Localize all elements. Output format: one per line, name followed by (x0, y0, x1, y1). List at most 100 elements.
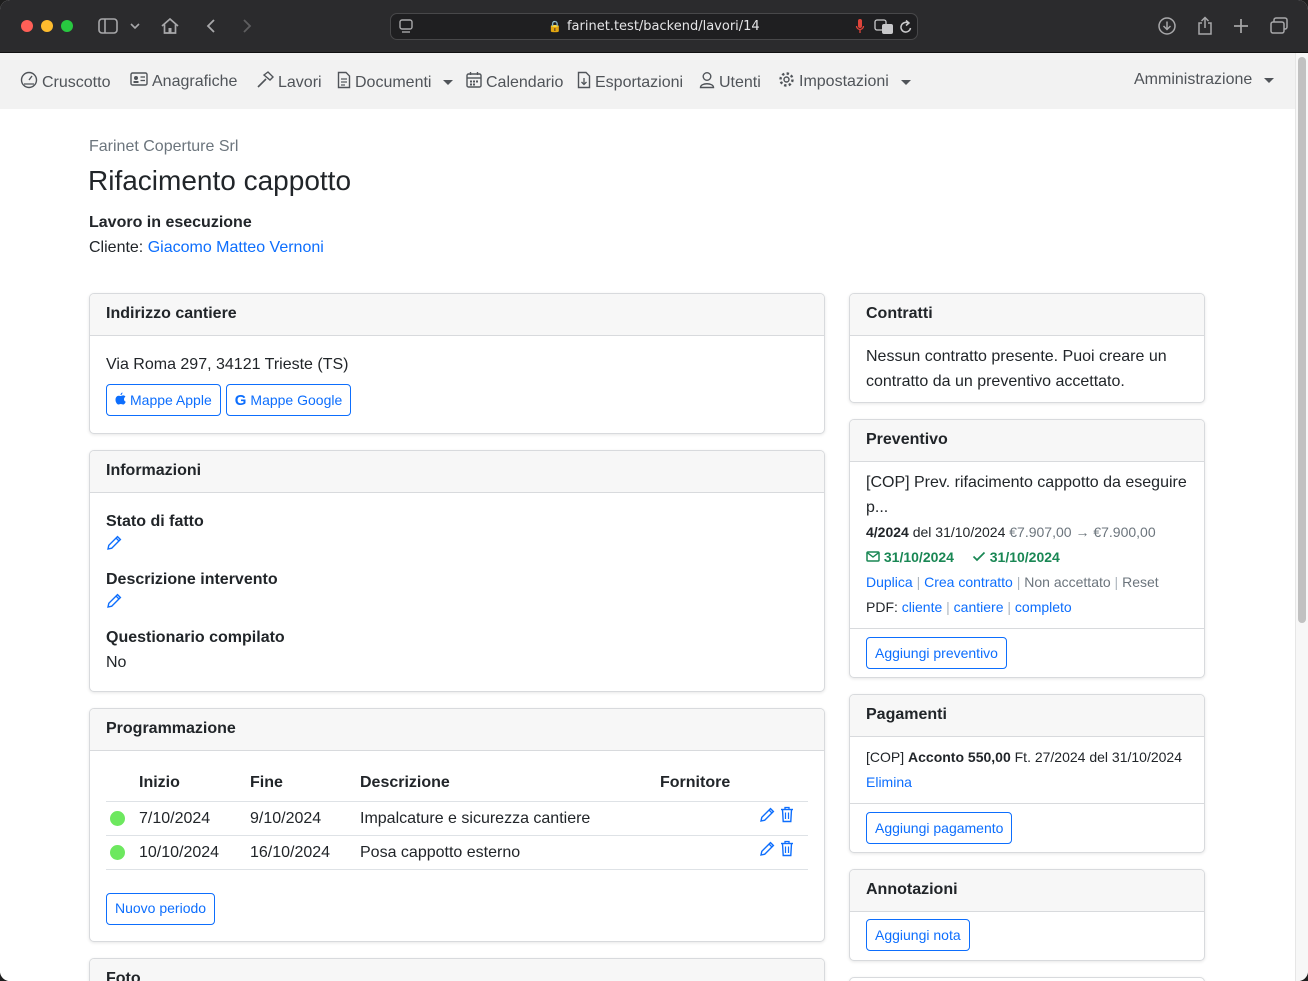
quote-card: Preventivo [COP] Prev. rifacimento cappo… (849, 419, 1205, 678)
nav-item-calendario[interactable]: Calendario (466, 71, 563, 94)
chevron-down-icon (1264, 77, 1275, 83)
schedule-card: Programmazione Inizio Fine Descrizione F… (89, 708, 825, 942)
pdf-completo-link[interactable]: completo (1015, 599, 1072, 615)
back-arrow-icon[interactable] (203, 14, 219, 38)
create-contract-link[interactable]: Crea contratto (924, 574, 1013, 590)
card-title: Contratti (850, 294, 1204, 336)
calendar-icon (466, 71, 482, 94)
duplicate-link[interactable]: Duplica (866, 574, 913, 590)
forward-arrow-icon[interactable] (239, 14, 255, 38)
nav-label: Calendario (486, 73, 564, 91)
column-header: Inizio (139, 765, 250, 802)
new-period-button[interactable]: Nuovo periodo (106, 892, 216, 925)
pencil-icon (106, 593, 123, 613)
nav-label: Lavori (278, 73, 322, 91)
client-link[interactable]: Giacomo Matteo Vernoni (148, 239, 324, 256)
nav-item-documenti[interactable]: Documenti (337, 71, 454, 94)
not-accepted-link[interactable]: Non accettato (1024, 574, 1110, 590)
trash-icon[interactable] (780, 840, 794, 861)
payments-card: Pagamenti [COP] Acconto 550,00 Ft. 27/20… (849, 694, 1205, 853)
card-title: Annotazioni (850, 870, 1204, 912)
column-header: Descrizione (360, 765, 660, 802)
trash-icon[interactable] (780, 806, 794, 827)
nav-label: Anagrafiche (152, 72, 238, 90)
period-supplier (660, 801, 750, 836)
contracts-empty-text: Nessun contratto presente. Puoi creare u… (866, 348, 1167, 390)
share-icon[interactable] (1195, 14, 1215, 38)
period-description: Posa cappotto esterno (360, 835, 660, 870)
browser-toolbar: 🔒 farinet.test/backend/lavori/14 (0, 0, 1308, 53)
gear-icon (778, 71, 795, 93)
company-name: Farinet Coperture Srl (89, 138, 239, 155)
pdf-cantiere-link[interactable]: cantiere (954, 599, 1004, 615)
downloads-icon[interactable] (1157, 14, 1177, 38)
status-dot (110, 844, 125, 860)
nav-label: Impostazioni (799, 73, 889, 90)
card-title: Pagamenti (850, 695, 1204, 737)
google-maps-button[interactable]: G Mappe Google (225, 384, 352, 416)
contracts-card: Contratti Nessun contratto presente. Puo… (849, 293, 1205, 403)
pdf-cliente-link[interactable]: cliente (902, 599, 942, 615)
pdf-label: PDF: (866, 599, 898, 615)
tab-overview-icon[interactable] (1268, 14, 1290, 38)
new-tab-icon[interactable] (1231, 14, 1251, 38)
descrizione-label: Descrizione intervento (106, 571, 278, 588)
page-title: Rifacimento cappotto (88, 165, 352, 196)
stato-edit-button[interactable] (106, 534, 808, 567)
end-date: 9/10/2024 (250, 801, 360, 836)
card-title: Foto (90, 959, 824, 981)
reset-link[interactable]: Reset (1122, 574, 1159, 590)
nav-label: Amministrazione (1134, 71, 1253, 88)
reload-icon[interactable] (899, 19, 913, 40)
start-date: 10/10/2024 (139, 835, 250, 870)
close-window-button[interactable] (21, 20, 33, 32)
nav-item-cruscotto[interactable]: Cruscotto (20, 71, 110, 94)
page-scrollbar-thumb[interactable] (1298, 57, 1306, 623)
questionario-label: Questionario compilato (106, 629, 285, 646)
delete-payment-link[interactable]: Elimina (866, 774, 912, 790)
minimize-window-button[interactable] (41, 20, 53, 32)
quote-date: del 31/10/2024 (912, 524, 1006, 540)
payment-entry: [COP] Acconto 550,00 Ft. 27/2024 del 31/… (850, 737, 1204, 803)
address-bar[interactable]: 🔒 farinet.test/backend/lavori/14 (390, 13, 918, 40)
add-quote-button[interactable]: Aggiungi preventivo (866, 637, 1007, 669)
descrizione-edit-button[interactable] (106, 592, 808, 625)
stato-label: Stato di fatto (106, 513, 204, 530)
chevron-down-icon (443, 80, 454, 85)
quote-status-line: 31/10/2024 31/10/2024 (866, 545, 1188, 570)
nav-item-utenti[interactable]: Utenti (699, 71, 761, 94)
microphone-icon[interactable] (855, 18, 865, 40)
translate-icon[interactable] (874, 19, 894, 40)
nav-label: Utenti (719, 73, 761, 91)
edit-period-button[interactable] (759, 841, 776, 861)
home-icon[interactable] (159, 14, 181, 38)
client-label: Cliente: (89, 239, 144, 256)
quote-number: 4/2024 (866, 524, 909, 540)
nav-item-amministrazione[interactable]: Amministrazione (1134, 71, 1275, 89)
status-dot (110, 810, 125, 826)
apple-maps-button[interactable]: Mappe Apple (106, 384, 221, 416)
chevron-down-icon[interactable] (128, 14, 142, 38)
sent-date: 31/10/2024 (883, 549, 954, 565)
nav-item-esportazioni[interactable]: Esportazioni (577, 71, 683, 94)
quote-actions: Duplica | Crea contratto | Non accettato… (866, 574, 1159, 590)
add-payment-button[interactable]: Aggiungi pagamento (866, 812, 1013, 844)
job-status: Lavoro in esecuzione (89, 214, 252, 231)
sidebar-toggle-icon[interactable] (97, 14, 119, 38)
nav-item-impostazioni[interactable]: Impostazioni (778, 71, 911, 93)
nav-item-anagrafiche[interactable]: Anagrafiche (130, 71, 237, 92)
address-card: Indirizzo cantiere Via Roma 297, 34121 T… (89, 293, 825, 434)
card-title: Preventivo (850, 420, 1204, 462)
pencil-icon (106, 535, 123, 555)
nav-item-lavori[interactable]: Lavori (256, 71, 322, 94)
browser-window: 🔒 farinet.test/backend/lavori/14 Cruscot… (0, 0, 1308, 981)
next-card (849, 977, 1205, 981)
table-row: 7/10/2024 9/10/2024 Impalcature e sicure… (106, 801, 808, 836)
zoom-window-button[interactable] (61, 20, 73, 32)
site-address: Via Roma 297, 34121 Trieste (TS) (106, 356, 349, 373)
google-icon: G (234, 391, 247, 409)
add-note-button[interactable]: Aggiungi nota (866, 919, 970, 951)
edit-period-button[interactable] (759, 807, 776, 827)
questionario-value: No (106, 654, 127, 671)
nav-label: Cruscotto (42, 73, 111, 91)
